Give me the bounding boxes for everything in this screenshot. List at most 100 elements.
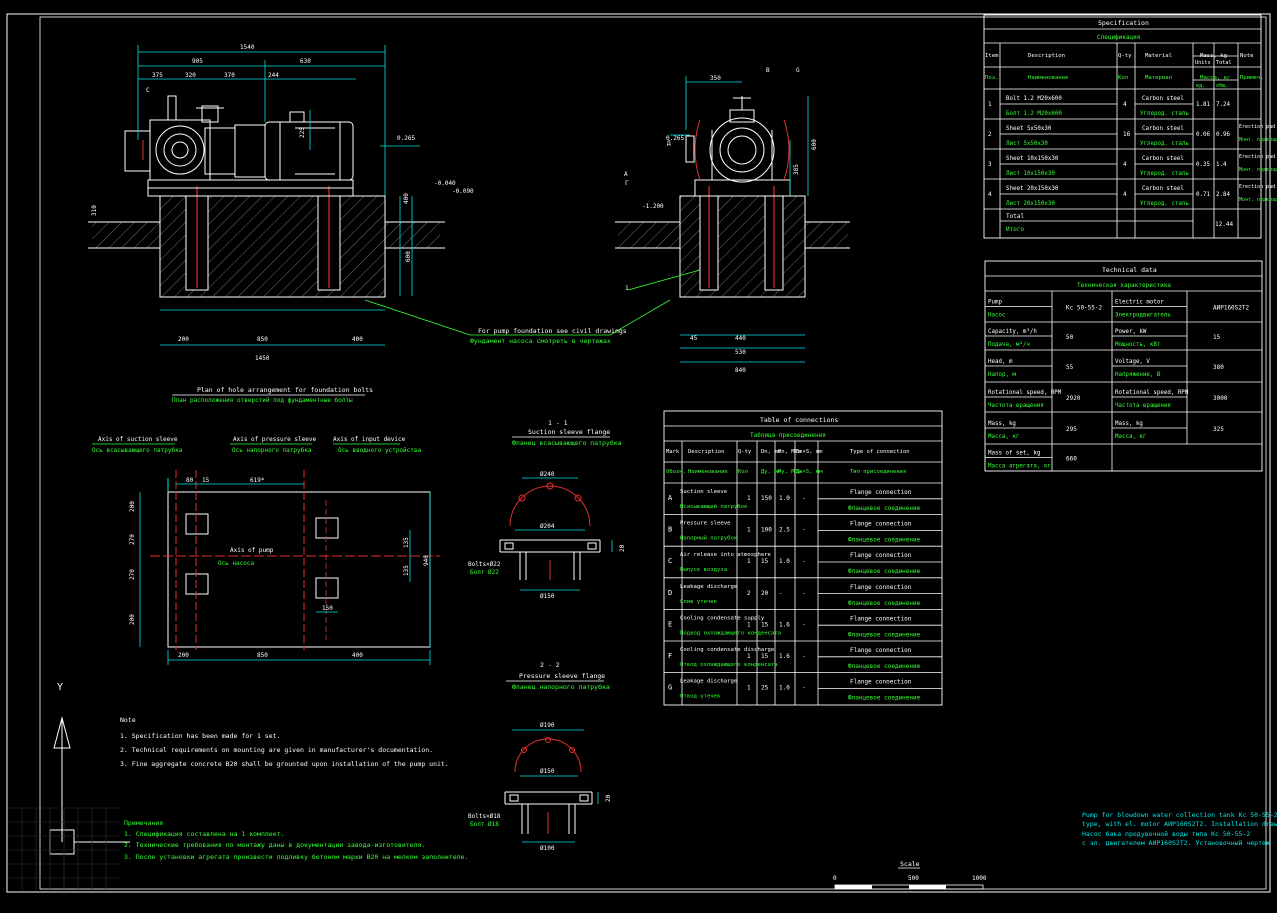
spec-total: 7.24: [1216, 102, 1230, 108]
connection-dns: -: [802, 527, 806, 534]
scale-1000: 1000: [972, 875, 987, 882]
installation-drawing[interactable]: 1540 905 630 375 320 370 244 225 C 0.265…: [0, 0, 1277, 909]
spec-item: 4: [988, 191, 992, 198]
connections-header-en: Type of connection: [850, 449, 910, 455]
plan-dim-135a: 135: [403, 537, 410, 548]
connection-type-en: Flange connection: [850, 679, 912, 686]
flange1-title-ru: Фланец всасывающего патрубка: [512, 439, 622, 447]
connection-type-en: Flange connection: [850, 615, 912, 622]
flange-1-dim-text: Ø240 Ø204 Ø150 20 Bolts×Ø22 Болт Ø22: [468, 471, 626, 600]
connection-dn: 15: [761, 621, 769, 628]
plan-dim-b400: 400: [352, 652, 363, 659]
spec-qty: 4: [1123, 101, 1127, 108]
dim-600-side: 600: [811, 139, 818, 150]
tech-right-label-ru: Электродвигатель: [1115, 313, 1171, 319]
connection-qty: 1: [747, 495, 751, 502]
flange2-title-num: 2 - 2: [540, 661, 560, 669]
tech-right-value: 380: [1213, 364, 1224, 371]
tech-right-value: AИP160S2T2: [1213, 305, 1250, 312]
connection-dns: -: [802, 653, 806, 660]
connection-mark: D: [668, 589, 672, 597]
connection-pn: 1.0: [779, 558, 790, 565]
connection-dns: -: [802, 558, 806, 565]
connections-header-en: Mark: [666, 449, 680, 455]
spec-mat-ru: Углерод. сталь: [1140, 141, 1189, 147]
tech-right-label-en: Rotational speed, RPM: [1115, 390, 1189, 396]
flange2-d-pipe: Ø100: [540, 845, 555, 852]
spec-header-ru: Примеч.: [1240, 75, 1264, 81]
dim-385: 385: [793, 164, 800, 175]
tech-left-value: 660: [1066, 456, 1077, 463]
spec-note-ru: Монт. подкладка: [1239, 197, 1277, 203]
tech-left-value: Kc 50-55-2: [1066, 305, 1103, 312]
tech-left-label-en: Pump: [988, 300, 1002, 306]
dim-310: 310: [91, 205, 98, 216]
elev-found: -0.090: [452, 188, 474, 195]
connection-desc-ru: Выпуск воздуха: [680, 567, 727, 573]
plan-dim-15: 15: [202, 477, 210, 484]
plan-title-en: Plan of hole arrangement for foundation …: [197, 386, 373, 394]
label-b: B: [766, 67, 770, 74]
cad-drawing-canvas[interactable]: 1540 905 630 375 320 370 244 225 C 0.265…: [0, 0, 1277, 909]
title-ru-2: с эл. двигателем AИP160S2T2. Установочны…: [1082, 839, 1270, 847]
flange1-bolt-en: Bolts×Ø22: [468, 561, 501, 568]
tech-right-label-ru: Напряжение, В: [1115, 372, 1161, 378]
connection-qty: 2: [747, 590, 751, 597]
spec-mat-ru: Углерод. сталь: [1140, 201, 1189, 207]
connection-dn: 150: [761, 495, 772, 502]
spec-total: 0.96: [1216, 132, 1230, 138]
tech-right-value: 325: [1213, 426, 1224, 433]
spec-mat-ru: Углерод. сталь: [1140, 111, 1189, 117]
connection-pn: -: [779, 590, 783, 597]
connection-dns: -: [802, 495, 806, 502]
connections-header-ru: Тип присоединения: [850, 469, 906, 475]
tech-left-label-en: Rotational speed, RPM: [988, 390, 1062, 396]
spec-unit: 0.71: [1196, 192, 1210, 198]
dim-850: 850: [257, 336, 268, 343]
label-d: Д: [667, 140, 671, 147]
connection-dn: 100: [761, 527, 772, 534]
dim-244: 244: [268, 72, 279, 79]
spec-mat-en: Carbon steel: [1142, 96, 1184, 102]
spec-total-en: Total: [1006, 213, 1024, 220]
dim-400: 400: [403, 193, 410, 204]
tech-left-label-ru: Напор, м: [988, 372, 1016, 378]
tech-left-label-en: Head, m: [988, 359, 1013, 365]
connections-header-en: Q-ty: [738, 449, 752, 455]
spec-mat-en: Carbon steel: [1142, 186, 1184, 192]
spec-desc-en: Sheet 20x150x30: [1006, 186, 1059, 192]
axis-pressure-en: Axis of pressure sleeve: [233, 436, 316, 443]
tech-right-label-en: Electric motor: [1115, 300, 1164, 306]
flange1-h: 20: [619, 544, 626, 552]
ucs-icon[interactable]: Y: [49, 682, 130, 855]
spec-sub-units: Units: [1195, 60, 1211, 66]
flange1-d-pipe: Ø150: [540, 593, 555, 600]
plan-title-ru: План расположения отверстий под фундамен…: [172, 397, 353, 404]
connection-qty: 1: [747, 558, 751, 565]
tech-title-ru: Техническая характеристика: [1077, 282, 1171, 289]
notes-en-1: 1. Specification has been made for 1 set…: [120, 732, 280, 740]
spec-header-en: Note: [1240, 53, 1254, 59]
label-g2: Г: [625, 180, 629, 187]
spec-sub-ru-total: общ.: [1216, 82, 1229, 89]
connection-type-ru: Фланцевое соединение: [848, 631, 921, 638]
scale-title: Scale: [900, 860, 920, 868]
plan-axis-labels: Axis of suction sleeve Ось всасывающего …: [92, 436, 421, 567]
tech-left-value: 55: [1066, 364, 1074, 371]
notes-en: Note 1. Specification has been made for …: [120, 716, 449, 768]
connection-desc-en: Cooling condensate supply: [680, 615, 765, 621]
spec-qty: 16: [1123, 131, 1131, 138]
connection-pn: 1.0: [779, 685, 790, 692]
connection-mark: C: [668, 557, 672, 565]
connection-mark: B: [668, 526, 672, 534]
tech-left-label-ru: Масса, кг: [988, 434, 1019, 440]
notes-ru-1: 1. Спецификация составлена на 1 комплект…: [124, 830, 284, 838]
flange-2-dims: [512, 729, 599, 843]
spec-header-ru: Поз.: [985, 75, 998, 81]
spec-note-en: Erection pad: [1239, 184, 1275, 190]
connection-desc-en: Suction sleeve: [680, 489, 728, 495]
connections-header-ru: Наименование: [688, 469, 728, 475]
connections-title-en: Table of connections: [760, 416, 838, 424]
dim-600: 600: [405, 251, 412, 262]
connection-qty: 1: [747, 685, 751, 692]
